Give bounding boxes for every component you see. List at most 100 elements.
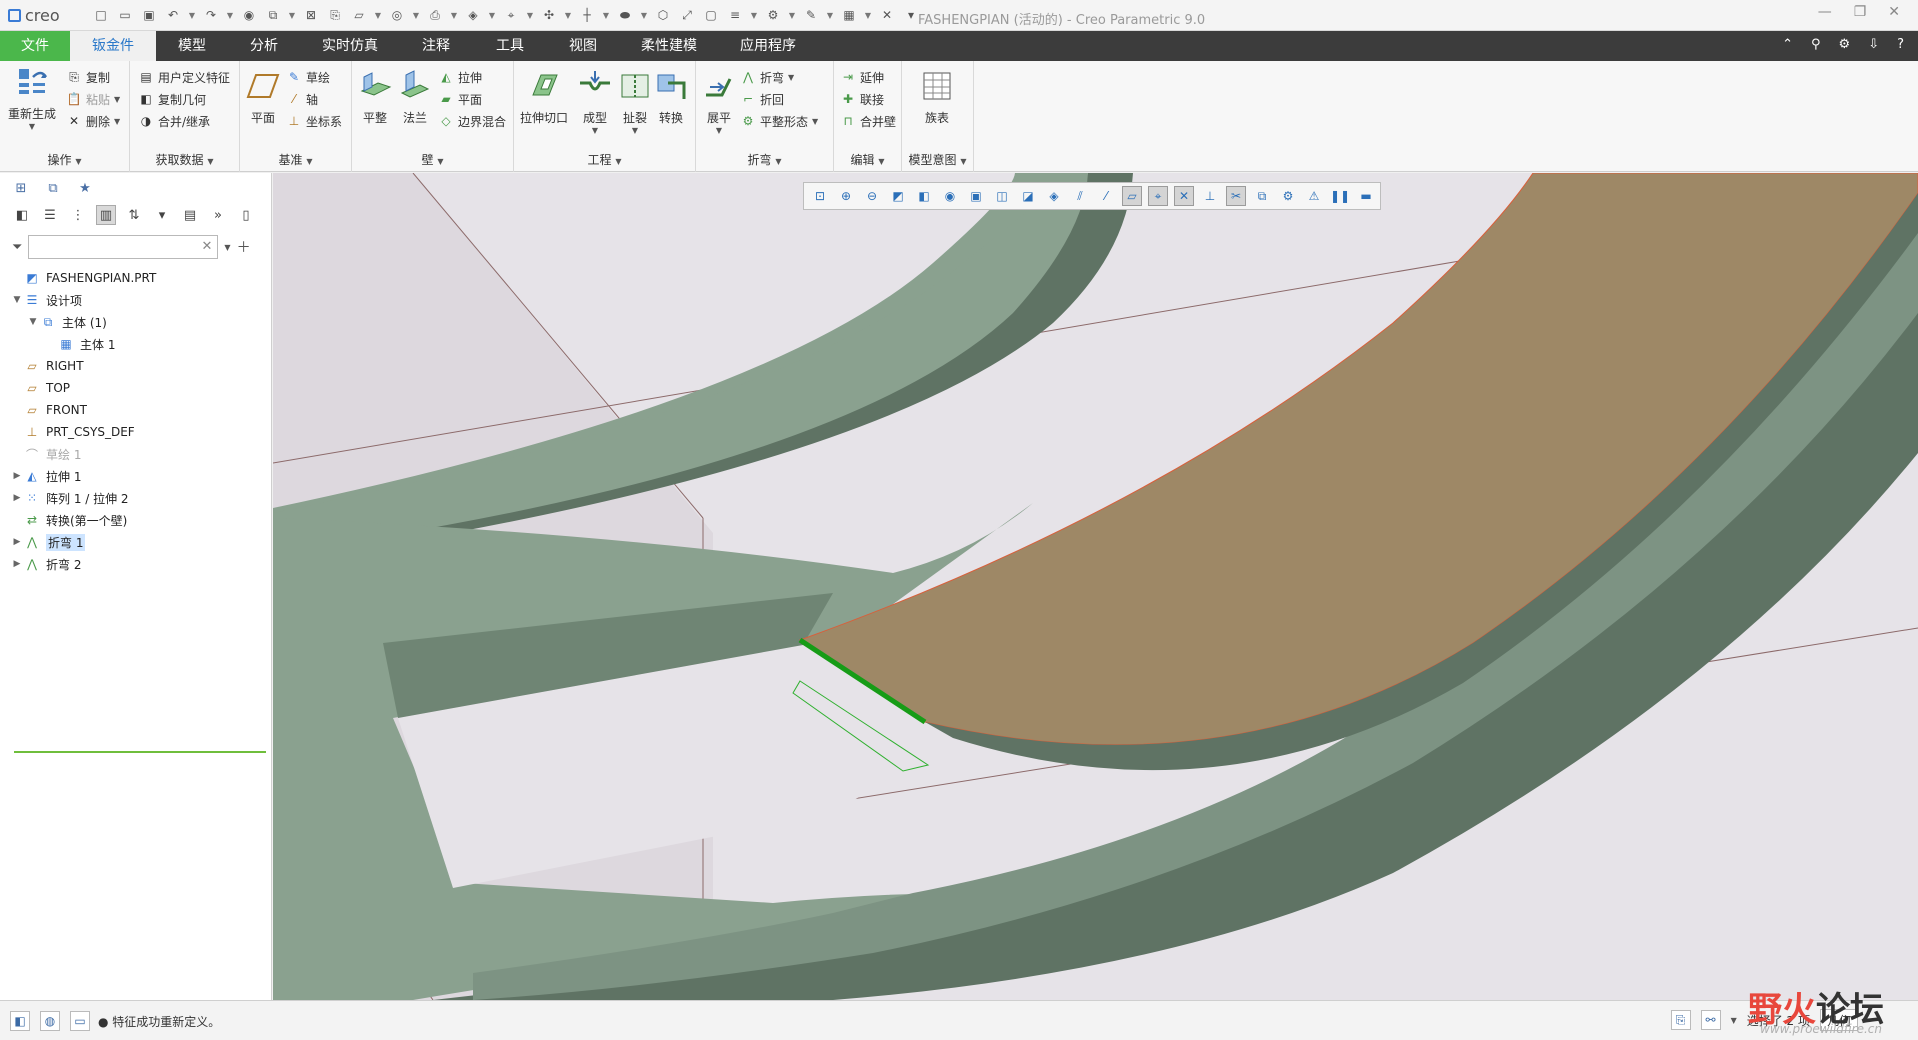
family-table-button[interactable]: 族表 [920,69,954,126]
form-button[interactable]: 成型 ▼ [578,69,612,135]
tree-notes-icon[interactable]: ▯ [236,205,256,225]
layer-dropdown-icon[interactable]: ▼ [750,7,758,23]
plane-dropdown-icon[interactable]: ▼ [374,7,382,23]
tree-item-csys[interactable]: ⊥ PRT_CSYS_DEF [10,421,268,443]
tab-analysis[interactable]: 分析 [228,31,300,61]
axis-qa-icon[interactable]: ┼ [578,7,596,23]
extrude-wall-button[interactable]: ◭ 拉伸 [438,67,482,87]
measure-qa-icon[interactable]: ⤢ [678,7,696,23]
expand-icon[interactable]: ▶ [10,559,24,569]
axis-dropdown-icon[interactable]: ▼ [602,7,610,23]
convert-button[interactable]: 转换 [654,69,688,126]
tab-model[interactable]: 模型 [156,31,228,61]
tab-live-simulation[interactable]: 实时仿真 [300,31,400,61]
extrude-cut-button[interactable]: 拉伸切口 [520,69,568,126]
model-viewport[interactable] [273,173,1918,1000]
group-bends-label[interactable]: 折弯 ▼ [696,151,833,168]
display-dropdown-icon[interactable]: ▼ [640,7,648,23]
tab-view[interactable]: 视图 [548,31,618,61]
rip-dropdown-icon[interactable]: ▼ [632,126,638,135]
appearance-dropdown-icon[interactable]: ▼ [488,7,496,23]
form-dropdown-icon[interactable]: ▼ [592,126,598,135]
bend-button[interactable]: ⋀ 折弯 ▼ [740,67,794,87]
maximize-icon[interactable]: ❐ [1854,4,1867,20]
tree-item-top[interactable]: ▱ TOP [10,377,268,399]
extend-button[interactable]: ⇥ 延伸 [840,67,884,87]
tree-item-front[interactable]: ▱ FRONT [10,399,268,421]
grid-dropdown-icon[interactable]: ▼ [864,7,872,23]
insert-mode-icon[interactable]: ⇅ [124,205,144,225]
collapse-icon[interactable]: ▼ [10,295,24,305]
tab-sheetmetal[interactable]: 钣金件 [70,31,156,61]
tree-item-extrude-1[interactable]: ▶ ◭ 拉伸 1 [10,465,268,487]
tree-item-right[interactable]: ▱ RIGHT [10,355,268,377]
section-icon[interactable]: ◪ [1018,186,1038,206]
planar-wall-button[interactable]: ▰ 平面 [438,89,482,109]
display-style-icon[interactable]: ◧ [914,186,934,206]
search-icon[interactable]: ⚲ [1811,37,1821,52]
more-icon[interactable]: » [208,205,228,225]
unbend-dropdown-icon[interactable]: ▼ [716,126,722,135]
annotation-display-icon[interactable]: ✕ [1174,186,1194,206]
tree-item-sketch-1[interactable]: ⌒ 草绘 1 [10,443,268,465]
unbend-button[interactable]: 展平 ▼ [702,69,736,135]
tree-item-pattern-1[interactable]: ▶ ⁙ 阵列 1 / 拉伸 2 [10,487,268,509]
tag-icon[interactable]: ⧉ [1252,186,1272,206]
browser-icon[interactable]: ◍ [40,1011,60,1031]
expand-icon[interactable]: ▶ [10,471,24,481]
close-icon[interactable]: ✕ [1888,4,1900,20]
tab-annotate[interactable]: 注释 [400,31,472,61]
graphics-window[interactable]: ⊡ ⊕ ⊖ ◩ ◧ ◉ ▣ ◫ ◪ ◈ ⫽ ⁄ ▱ ⌖ ✕ ⊥ ✂ ⧉ ⚙ ⚠ … [273,173,1918,1000]
delete-button[interactable]: ✕ 删除 ▼ [66,111,120,131]
view-manager-icon[interactable]: ▣ [966,186,986,206]
merge-inherit-button[interactable]: ◑ 合并/继承 [138,111,210,131]
axis-display-icon[interactable]: ⁄ [1096,186,1116,206]
tree-item-bend-1[interactable]: ▶ ⋀ 折弯 1 [10,531,268,553]
regenerate-qa-icon[interactable]: ◉ [240,7,258,23]
model-qa-icon[interactable]: ◎ [388,7,406,23]
close-window-icon[interactable]: ⊠ [302,7,320,23]
datum-plane-button[interactable]: 平面 [246,69,280,126]
print-icon[interactable]: ⎙ [426,7,444,23]
tree-item-part[interactable]: ◩ FASHENGPIAN.PRT [10,267,268,289]
sketch-display-icon[interactable]: ✂ [1226,186,1246,206]
appearance-icon[interactable]: ◈ [464,7,482,23]
group-operations-label[interactable]: 操作 ▼ [0,151,129,168]
tree-list-icon[interactable]: ☰ [40,205,60,225]
add-column-icon[interactable]: ＋ [237,237,251,257]
plane-qa-icon[interactable]: ▱ [350,7,368,23]
help-icon[interactable]: ? [1897,37,1904,52]
pause-icon[interactable]: ❚❚ [1330,186,1350,206]
point-display-icon[interactable]: ▱ [1122,186,1142,206]
fullscreen-icon[interactable]: ▭ [70,1011,90,1031]
copy-geometry-button[interactable]: ◧ 复制几何 [138,89,206,109]
tools-dropdown-icon[interactable]: ▼ [788,7,796,23]
tab-file[interactable]: 文件 [0,31,70,61]
tab-applications[interactable]: 应用程序 [720,31,816,61]
csys-button[interactable]: ⊥ 坐标系 [286,111,342,131]
regenerate-button[interactable]: 重新生成 ▼ [8,65,56,131]
axis-button[interactable]: ⁄ 轴 [286,89,318,109]
show-icon[interactable]: ◧ [12,205,32,225]
delete-dropdown-icon[interactable]: ▼ [114,117,120,126]
view-qa-icon[interactable]: ⬡ [654,7,672,23]
layer-qa-icon[interactable]: ≡ [726,7,744,23]
tree-columns-icon[interactable]: ▥ [96,205,116,225]
save-icon[interactable]: ▣ [140,7,158,23]
tree-item-design-items[interactable]: ▼ ☰ 设计项 [10,289,268,311]
paste-button[interactable]: 📋 粘贴 ▼ [66,89,121,109]
zoom-out-icon[interactable]: ⊖ [862,186,882,206]
tree-filter-icon[interactable]: ▾ [152,205,172,225]
bend-back-button[interactable]: ⌐ 折回 [740,89,784,109]
redo-icon[interactable]: ↷ [202,7,220,23]
spin-icon[interactable]: ⊥ [1200,186,1220,206]
user-defined-feature-button[interactable]: ▤ 用户定义特征 [138,67,230,87]
refit-icon[interactable]: ⊡ [810,186,830,206]
redo-dropdown-icon[interactable]: ▼ [226,7,234,23]
tree-item-body-1[interactable]: ▦ 主体 1 [10,333,268,355]
new-file-icon[interactable]: □ [92,7,110,23]
group-get-data-label[interactable]: 获取数据 ▼ [130,151,239,168]
tools-qa-icon[interactable]: ⚙ [764,7,782,23]
pencil-dropdown-icon[interactable]: ▼ [826,7,834,23]
tree-search-input[interactable]: ✕ [28,235,219,259]
